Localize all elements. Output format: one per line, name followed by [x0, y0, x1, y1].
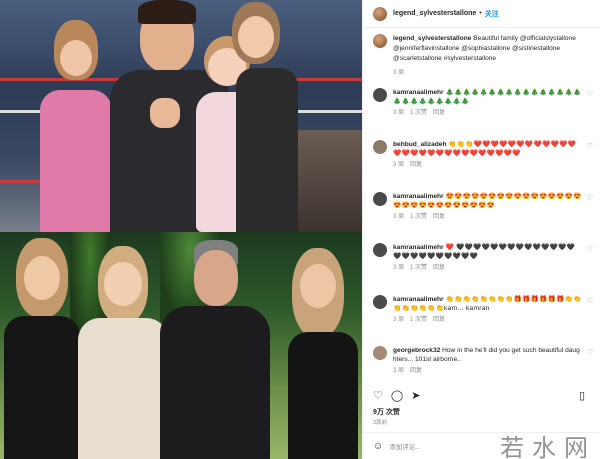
- comment-time: 3 周: [393, 110, 405, 116]
- comment-avatar[interactable]: [373, 140, 387, 154]
- person-girl-left: [40, 20, 112, 232]
- reply-button[interactable]: 回复: [433, 265, 445, 271]
- reply-button[interactable]: 回复: [410, 368, 422, 374]
- comment-time: 3 周: [393, 265, 405, 271]
- avatar[interactable]: [373, 6, 387, 21]
- comment-avatar[interactable]: [373, 295, 387, 309]
- comment-item: kamranaalimehr 🎄🎄🎄🎄🎄🎄🎄🎄🎄🎄🎄🎄🎄🎄🎄🎄🎄🎄🎄🎄🎄🎄🎄🎄🎄…: [373, 88, 593, 118]
- reply-button[interactable]: 回复: [433, 317, 445, 323]
- comment-username[interactable]: kamranaalimehr: [393, 193, 444, 200]
- caption-username[interactable]: legend_sylvesterstallone: [393, 35, 471, 42]
- heart-icon[interactable]: ♡: [587, 297, 593, 305]
- comment-avatar[interactable]: [373, 346, 387, 360]
- heart-icon[interactable]: ♡: [587, 142, 593, 150]
- photo-garden: [0, 232, 362, 459]
- comment-item: georgebrock32 How in the he'll did you g…: [373, 346, 593, 376]
- comment-item: kamranaalimehr 👏👏👏👏👏👏👏👏🎁🎁🎁🎁🎁🎁👏👏👏👏👏👏👏👏kam…: [373, 295, 593, 325]
- avatar[interactable]: [373, 34, 387, 48]
- like-icon[interactable]: ♡: [373, 389, 383, 402]
- follow-button[interactable]: 关注: [485, 9, 499, 19]
- reply-button[interactable]: 回复: [433, 110, 445, 116]
- emoji-icon[interactable]: ☺: [373, 441, 383, 452]
- separator-dot: •: [479, 10, 482, 17]
- heart-icon[interactable]: ♡: [587, 90, 593, 98]
- heart-icon[interactable]: ♡: [587, 348, 593, 356]
- heart-icon[interactable]: ♡: [587, 245, 593, 253]
- header-username[interactable]: legend_sylvesterstallone: [393, 10, 476, 17]
- crowd: [290, 130, 362, 232]
- person-woman-2: [78, 246, 168, 459]
- comment-avatar[interactable]: [373, 243, 387, 257]
- comment-likes[interactable]: 1 次赞: [410, 110, 427, 116]
- comment-username[interactable]: kamranaalimehr: [393, 89, 444, 96]
- comment-item: behbud_alizadeh 👏👏👏❤️❤️❤️❤️❤️❤️❤️❤️❤️❤️❤…: [373, 140, 593, 170]
- comment-avatar[interactable]: [373, 88, 387, 102]
- comment-item: kamranaalimehr ❤️ 🖤🖤🖤🖤🖤🖤🖤🖤🖤🖤🖤🖤🖤🖤🖤🖤🖤🖤🖤🖤🖤🖤…: [373, 243, 593, 273]
- comment-time: 3 周: [393, 368, 405, 374]
- post-sidebar: legend_sylvesterstallone • 关注 legend_syl…: [362, 0, 600, 459]
- comment-time: 3 周: [393, 214, 405, 220]
- reply-button[interactable]: 回复: [433, 214, 445, 220]
- comment-likes[interactable]: 1 次赞: [410, 214, 427, 220]
- reply-button[interactable]: 回复: [410, 162, 422, 168]
- comment-input[interactable]: 添加评论...: [389, 441, 420, 451]
- comment-time: 3 周: [393, 162, 405, 168]
- post-age: 3周前: [373, 420, 388, 426]
- comment-likes[interactable]: 1 次赞: [410, 265, 427, 271]
- person-woman-1: [0, 238, 80, 459]
- comment-avatar[interactable]: [373, 192, 387, 206]
- photo-boxing-ring: [0, 0, 362, 232]
- comment-time: 3 周: [393, 317, 405, 323]
- heart-icon[interactable]: ♡: [587, 194, 593, 202]
- like-count[interactable]: 9万 次赞: [373, 407, 400, 417]
- comment-item: kamranaalimehr 😍😍😍😍😍😍😍😍😍😍😍😍😍😍😍😍😍😍😍😍😍😍😍😍😍…: [373, 192, 593, 222]
- comment-username[interactable]: behbud_alizadeh: [393, 141, 447, 148]
- person-woman-3: [272, 248, 362, 459]
- bookmark-icon[interactable]: ▯: [579, 389, 585, 402]
- comment-username[interactable]: georgebrock32: [393, 347, 440, 354]
- person-girl-right: [222, 2, 298, 232]
- post-header: legend_sylvesterstallone • 关注: [363, 0, 600, 28]
- comment-icon[interactable]: ◯: [391, 389, 403, 402]
- caption-time: 3 周: [393, 70, 405, 76]
- action-bar: ♡ ◯ ➤ ▯: [373, 388, 593, 402]
- comment-likes[interactable]: 1 次赞: [410, 317, 427, 323]
- comment-username[interactable]: kamranaalimehr: [393, 244, 444, 251]
- person-man-2: [160, 240, 270, 459]
- post-caption: legend_sylvesterstallone Beautiful famil…: [373, 34, 593, 78]
- comment-username[interactable]: kamranaalimehr: [393, 296, 444, 303]
- watermark: 若水网: [500, 434, 596, 459]
- share-icon[interactable]: ➤: [411, 389, 420, 402]
- post-image[interactable]: [0, 0, 362, 459]
